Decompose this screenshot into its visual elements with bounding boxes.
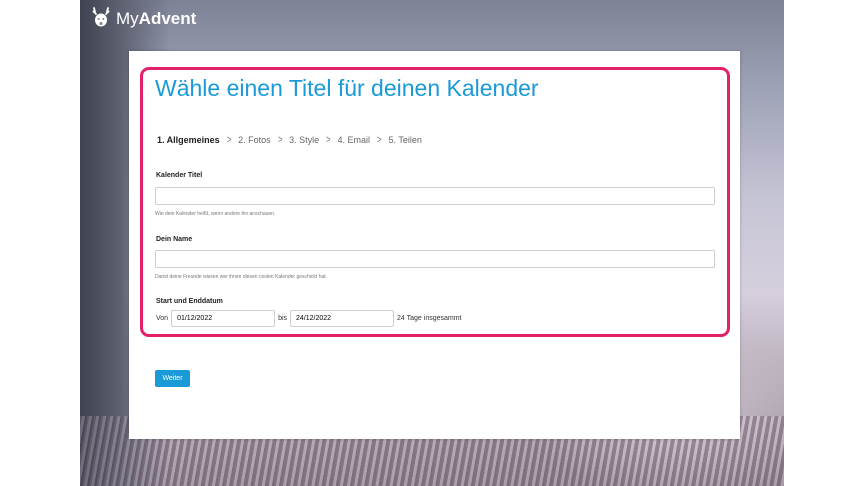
your-name-input[interactable] [155, 250, 715, 268]
calendar-title-help: Wie dein Kalender heißt, wenn andere ihn… [155, 211, 276, 217]
step-photos[interactable]: 2. Fotos [238, 135, 271, 145]
step-share[interactable]: 5. Teilen [389, 135, 422, 145]
date-range-row: Von bis 24 Tage insgesammt [156, 310, 462, 327]
calendar-title-input[interactable] [155, 187, 715, 205]
total-days-text: 24 Tage insgesammt [397, 315, 462, 322]
step-email[interactable]: 4. Email [338, 135, 371, 145]
step-navigation: 1. Allgemeines > 2. Fotos > 3. Style > 4… [157, 134, 422, 146]
calendar-title-label: Kalender Titel [156, 172, 203, 179]
step-general[interactable]: 1. Allgemeines [157, 135, 220, 145]
chevron-right-icon: > [377, 134, 382, 146]
page-title: Wähle einen Titel für deinen Kalender [155, 75, 539, 101]
from-label: Von [156, 315, 169, 322]
to-label: bis [278, 315, 288, 322]
brand-name: MyAdvent [116, 9, 196, 29]
reindeer-icon [90, 6, 112, 31]
your-name-help: Damit deine Freunde wissen wer ihnen die… [155, 274, 328, 280]
chevron-right-icon: > [277, 134, 283, 146]
chevron-right-icon: > [326, 134, 331, 146]
date-range-label: Start und Enddatum [156, 298, 223, 305]
end-date-input[interactable] [290, 310, 395, 327]
form-card [129, 51, 740, 439]
start-date-input[interactable] [171, 310, 276, 327]
next-button[interactable]: Weiter [155, 370, 190, 387]
brand-name-bold: Advent [138, 8, 197, 28]
chevron-right-icon: > [226, 134, 232, 146]
brand-name-light: My [116, 8, 139, 28]
step-style[interactable]: 3. Style [289, 135, 319, 145]
your-name-label: Dein Name [156, 236, 193, 243]
brand-logo[interactable]: MyAdvent [90, 6, 196, 31]
